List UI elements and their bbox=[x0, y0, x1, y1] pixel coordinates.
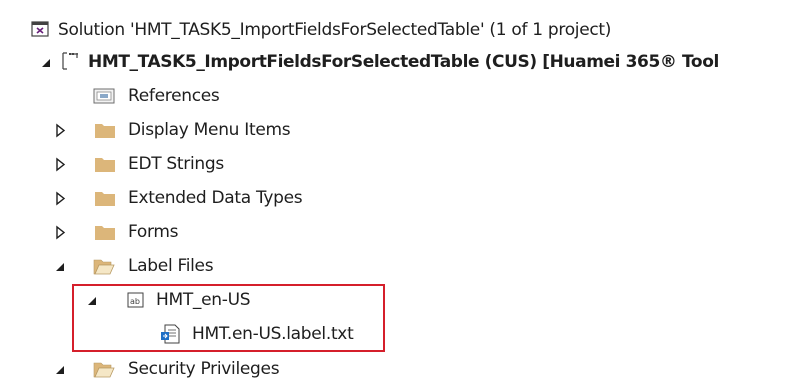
expand-down-icon[interactable] bbox=[40, 45, 54, 79]
tree-label: Extended Data Types bbox=[128, 188, 303, 208]
expand-down-icon[interactable] bbox=[54, 249, 68, 283]
expand-right-icon[interactable] bbox=[54, 215, 68, 249]
tree-node-project[interactable]: HMT_TASK5_ImportFieldsForSelectedTable (… bbox=[0, 45, 787, 79]
tree-label: EDT Strings bbox=[128, 154, 224, 174]
open-folder-icon bbox=[92, 352, 116, 386]
tree-label: References bbox=[128, 86, 220, 106]
open-folder-icon bbox=[92, 249, 116, 283]
project-icon bbox=[60, 45, 80, 79]
expand-right-icon[interactable] bbox=[54, 113, 68, 147]
tree-node-solution[interactable]: Solution 'HMT_TASK5_ImportFieldsForSelec… bbox=[0, 13, 787, 47]
folder-icon bbox=[94, 181, 116, 215]
tree-node-label-files[interactable]: Label Files bbox=[0, 249, 787, 283]
folder-icon bbox=[94, 113, 116, 147]
tree-node-extended-data-types[interactable]: Extended Data Types bbox=[0, 181, 787, 215]
expand-right-icon[interactable] bbox=[54, 147, 68, 181]
expand-right-icon[interactable] bbox=[54, 181, 68, 215]
tree-label: Label Files bbox=[128, 256, 214, 276]
folder-icon bbox=[94, 147, 116, 181]
tree-node-edt-strings[interactable]: EDT Strings bbox=[0, 147, 787, 181]
folder-icon bbox=[94, 215, 116, 249]
project-label: HMT_TASK5_ImportFieldsForSelectedTable (… bbox=[88, 52, 719, 72]
tree-node-forms[interactable]: Forms bbox=[0, 215, 787, 249]
references-icon bbox=[92, 79, 116, 113]
solution-icon bbox=[30, 13, 50, 47]
solution-explorer-tree: Solution 'HMT_TASK5_ImportFieldsForSelec… bbox=[0, 0, 787, 380]
tree-node-references[interactable]: References bbox=[0, 79, 787, 113]
tree-node-security-privileges[interactable]: Security Privileges bbox=[0, 352, 787, 386]
solution-label: Solution 'HMT_TASK5_ImportFieldsForSelec… bbox=[58, 20, 612, 40]
tree-label: Display Menu Items bbox=[128, 120, 291, 140]
expand-down-icon[interactable] bbox=[54, 352, 68, 386]
tree-node-display-menu-items[interactable]: Display Menu Items bbox=[0, 113, 787, 147]
tree-label: Security Privileges bbox=[128, 359, 280, 379]
highlight-box bbox=[72, 284, 385, 352]
tree-label: Forms bbox=[128, 222, 179, 242]
